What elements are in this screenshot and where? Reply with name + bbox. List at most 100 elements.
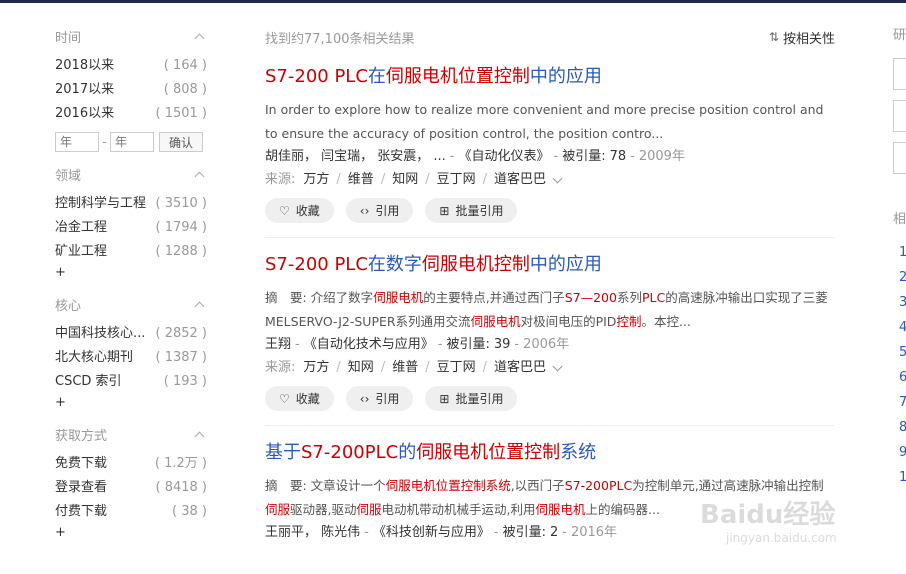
highlight-text: 伺服 — [356, 502, 382, 517]
batch-cite-button[interactable]: ⊞ 批量引用 — [425, 386, 518, 411]
source-separator: / — [425, 172, 430, 187]
result-sources: 来源: 万方 / 维普 / 知网 / 豆丁网 / 道客巴巴 — [265, 168, 835, 192]
right-box[interactable] — [893, 58, 906, 90]
source-link[interactable]: 知网 — [392, 168, 418, 192]
result-authors[interactable]: 王翔 — [265, 337, 291, 352]
right-number-item[interactable]: 7 — [893, 390, 906, 415]
result-journal[interactable]: 《自动化技术与应用》 — [304, 337, 434, 352]
result-sources: 来源: 万方 / 知网 / 维普 / 豆丁网 / 道客巴巴 — [265, 356, 835, 380]
filter-item-label: 中国科技核心... — [55, 326, 146, 341]
filter-item[interactable]: 2016以来 ( 1501 ) — [55, 102, 207, 126]
source-separator: / — [336, 172, 341, 187]
filter-item-count: ( 1387 ) — [155, 350, 208, 365]
result-item: S7-200 PLC在伺服电机位置控制中的应用 In order to explo… — [265, 50, 835, 223]
meta-separator: - — [630, 149, 635, 164]
result-title-link[interactable]: S7-200 PLC在伺服电机位置控制中的应用 — [265, 64, 835, 90]
highlight-text: S7-200PLC — [301, 442, 399, 463]
source-separator: / — [482, 172, 488, 187]
filter-item[interactable]: 登录查看 ( 8418 ) — [55, 476, 207, 500]
sources-label: 来源: — [265, 360, 296, 375]
filter-item[interactable]: 中国科技核心... ( 2852 ) — [55, 322, 207, 346]
source-link[interactable]: 万方 — [303, 168, 329, 192]
filter-item[interactable]: 2017以来 ( 808 ) — [55, 78, 207, 102]
chevron-up-icon[interactable] — [194, 33, 205, 43]
filter-item-label: 2018以来 — [55, 58, 115, 73]
top-bar — [0, 0, 906, 3]
right-number-item[interactable]: 5 — [893, 340, 906, 365]
expand-more-button[interactable]: + — [55, 264, 207, 286]
chevron-up-icon[interactable] — [194, 301, 205, 311]
filter-item[interactable]: 北大核心期刊 ( 1387 ) — [55, 346, 207, 370]
right-number-item[interactable]: 1 — [893, 240, 906, 265]
filter-group-core: 核心 中国科技核心... ( 2852 ) 北大核心期刊 ( 1387 ) CSCD… — [55, 292, 207, 416]
filter-item[interactable]: 矿业工程 ( 1288 ) — [55, 240, 207, 264]
source-link[interactable]: 万方 — [303, 356, 329, 380]
text-segment: 系列 — [616, 290, 642, 305]
expand-more-button[interactable]: + — [55, 394, 207, 416]
highlight-text: S7-200PLC — [564, 478, 633, 493]
result-authors[interactable]: 胡佳丽， 闫宝瑞， 张安震， ... — [265, 149, 446, 164]
result-abstract: 摘 要: 介绍了数字伺服电机的主要特点,并通过西门子S7—200系列PLC的高速… — [265, 286, 835, 334]
batch-cite-button[interactable]: ⊞ 批量引用 — [425, 198, 518, 223]
filter-group-header[interactable]: 获取方式 — [55, 422, 207, 446]
result-title-link[interactable]: 基于S7-200PLC的伺服电机位置控制系统 — [265, 440, 835, 466]
filter-item[interactable]: 2018以来 ( 164 ) — [55, 54, 207, 78]
right-number-item[interactable]: 9 — [893, 440, 906, 465]
filter-item[interactable]: 控制科学与工程 ( 3510 ) — [55, 192, 207, 216]
chevron-up-icon[interactable] — [194, 171, 205, 181]
filter-group-header[interactable]: 时间 — [55, 24, 207, 48]
batch-cite-button-label: 批量引用 — [455, 392, 504, 406]
chevron-down-icon[interactable] — [552, 361, 563, 371]
right-number-item[interactable]: 8 — [893, 415, 906, 440]
filter-item[interactable]: 付费下载 ( 38 ) — [55, 500, 207, 524]
right-number-item[interactable]: 4 — [893, 315, 906, 340]
highlight-text: S7-200 PLC — [265, 66, 368, 87]
collect-button[interactable]: ♡ 收藏 — [265, 198, 334, 223]
right-number-item[interactable]: 3 — [893, 290, 906, 315]
expand-more-button[interactable]: + — [55, 524, 207, 546]
chevron-down-icon[interactable] — [552, 173, 563, 183]
filter-item-count: ( 1501 ) — [155, 106, 208, 121]
source-link[interactable]: 道客巴巴 — [494, 168, 546, 192]
filter-group-header[interactable]: 领域 — [55, 162, 207, 186]
source-separator: / — [380, 172, 386, 187]
cite-button[interactable]: ‹› 引用 — [345, 386, 414, 411]
right-number-item[interactable]: 6 — [893, 365, 906, 390]
source-link[interactable]: 豆丁网 — [437, 356, 476, 380]
chevron-up-icon[interactable] — [194, 431, 205, 441]
filter-group-title: 获取方式 — [55, 428, 108, 444]
source-link[interactable]: 知网 — [348, 356, 374, 380]
year-from-input[interactable] — [55, 132, 99, 152]
filter-item-count: ( 193 ) — [163, 374, 207, 389]
source-link[interactable]: 豆丁网 — [437, 168, 476, 192]
result-journal[interactable]: 《科技创新与应用》 — [373, 525, 490, 540]
text-segment: ,以西门子 — [510, 478, 565, 493]
result-title-link[interactable]: S7-200 PLC在数字伺服电机控制中的应用 — [265, 252, 835, 278]
right-box[interactable] — [893, 142, 906, 174]
sort-button[interactable]: ⇅ 按相关性 — [769, 28, 835, 47]
filter-item-label: 冶金工程 — [55, 220, 108, 235]
cited-label: 被引量: — [502, 525, 546, 540]
right-box[interactable] — [893, 100, 906, 132]
filter-group-header[interactable]: 核心 — [55, 292, 207, 316]
result-journal[interactable]: 《自动化仪表》 — [459, 149, 550, 164]
result-authors[interactable]: 王丽平， 陈光伟 — [265, 525, 360, 540]
source-link[interactable]: 维普 — [392, 356, 418, 380]
right-number-item[interactable]: 2 — [893, 265, 906, 290]
filter-item[interactable]: 免费下载 ( 1.2万 ) — [55, 452, 207, 476]
sort-label: 按相关性 — [782, 31, 835, 47]
year-to-input[interactable] — [110, 132, 154, 152]
year-dash: - — [102, 134, 107, 150]
filter-item-label: 北大核心期刊 — [55, 350, 134, 365]
filter-item[interactable]: 冶金工程 ( 1794 ) — [55, 216, 207, 240]
watermark-main: Baidu经验 — [700, 500, 836, 530]
confirm-button[interactable]: 确认 — [159, 132, 203, 152]
collect-button[interactable]: ♡ 收藏 — [265, 386, 334, 411]
text-segment: 中的应用 — [529, 66, 602, 87]
filter-item[interactable]: CSCD 索引 ( 193 ) — [55, 370, 207, 394]
source-link[interactable]: 维普 — [348, 168, 374, 192]
source-link[interactable]: 道客巴巴 — [494, 356, 546, 380]
right-number-item[interactable]: 10 — [893, 465, 906, 490]
cite-button[interactable]: ‹› 引用 — [345, 198, 414, 223]
filter-item-count: ( 1794 ) — [155, 220, 208, 235]
